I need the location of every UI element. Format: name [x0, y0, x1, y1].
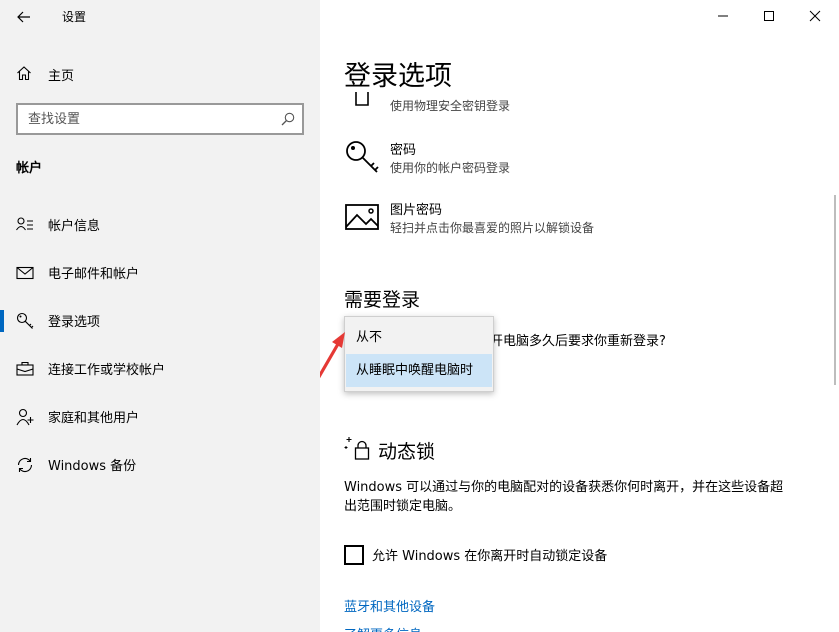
sidebar-section-title: 帐户: [16, 161, 43, 176]
bluetooth-devices-link[interactable]: 蓝牙和其他设备: [344, 596, 435, 615]
close-button[interactable]: [792, 0, 838, 32]
dynamic-lock-icon: [344, 437, 370, 460]
sidebar-item-label: Windows 备份: [48, 459, 137, 474]
sidebar-home-label: 主页: [48, 69, 75, 84]
require-signin-dropdown[interactable]: 从不 从睡眠中唤醒电脑时: [344, 316, 494, 392]
app-title: 设置: [62, 10, 87, 24]
dropdown-option-never[interactable]: 从不: [346, 321, 492, 354]
mail-icon: [16, 266, 34, 280]
scrollbar[interactable]: [834, 195, 836, 385]
back-button[interactable]: [8, 4, 40, 30]
sidebar-item-label: 家庭和其他用户: [48, 411, 140, 426]
option-password[interactable]: 密码 使用你的帐户密码登录: [344, 139, 814, 179]
dropdown-option-on-wake[interactable]: 从睡眠中唤醒电脑时: [346, 354, 492, 387]
sidebar: 设置 主页 帐户 帐户信息 电子邮件和帐户: [0, 0, 320, 632]
sidebar-item-label: 连接工作或学校帐户: [48, 363, 166, 378]
option-title: 密码: [390, 143, 417, 158]
back-arrow-icon: [17, 11, 30, 23]
search-input[interactable]: [28, 110, 268, 128]
search-icon[interactable]: [280, 111, 296, 127]
sidebar-item-label: 登录选项: [48, 315, 101, 330]
option-title: 图片密码: [390, 203, 443, 218]
picture-icon: [345, 204, 379, 230]
option-description: 使用你的帐户密码登录: [390, 161, 511, 175]
sidebar-item-label: 电子邮件和帐户: [48, 267, 140, 282]
dynamic-lock-heading: 动态锁: [378, 441, 436, 463]
key-icon: [16, 312, 34, 329]
option-security-key[interactable]: 使用物理安全密钥登录: [344, 92, 814, 116]
sidebar-item-windows-backup[interactable]: Windows 备份: [0, 446, 320, 482]
sidebar-item-work-school[interactable]: 连接工作或学校帐户: [0, 350, 320, 386]
sidebar-item-account-info[interactable]: 帐户信息: [0, 206, 320, 242]
option-description: 轻扫并点击你最喜爱的照片以解锁设备: [390, 221, 595, 235]
search-box[interactable]: [16, 103, 304, 135]
minimize-button[interactable]: [700, 0, 746, 32]
key-icon: [346, 141, 379, 173]
account-info-icon: [16, 217, 33, 231]
minimize-icon: [718, 15, 728, 17]
maximize-button[interactable]: [746, 0, 792, 32]
sidebar-item-label: 帐户信息: [48, 219, 101, 234]
require-signin-heading: 需要登录: [344, 289, 421, 311]
red-arrow-annotation: [320, 332, 345, 379]
sidebar-item-sign-in-options[interactable]: 登录选项: [0, 302, 320, 338]
sidebar-item-family[interactable]: 家庭和其他用户: [0, 398, 320, 434]
main-content: 登录选项 使用物理安全密钥登录 密码 使用你的帐户密码登录 图片密码 轻扫并点击…: [320, 0, 839, 632]
page-title: 登录选项: [344, 61, 452, 92]
dynamic-lock-description: Windows 可以通过与你的电脑配对的设备获悉你何时离开，并在这些设备超出范围…: [344, 480, 784, 514]
briefcase-icon: [16, 361, 34, 376]
option-picture-password[interactable]: 图片密码 轻扫并点击你最喜爱的照片以解锁设备: [344, 199, 814, 239]
maximize-icon: [764, 11, 774, 21]
dynamic-lock-checkbox[interactable]: [344, 545, 364, 565]
sync-icon: [17, 457, 33, 473]
require-signin-question: 开电脑多久后要求你重新登录?: [490, 334, 666, 349]
close-icon: [809, 10, 821, 22]
dynamic-lock-checkbox-label: 允许 Windows 在你离开时自动锁定设备: [372, 549, 608, 564]
usb-key-icon: [355, 92, 369, 106]
option-description: 使用物理安全密钥登录: [390, 99, 511, 113]
sidebar-item-email[interactable]: 电子邮件和帐户: [0, 254, 320, 290]
learn-more-link[interactable]: 了解更多信息: [344, 624, 422, 632]
home-icon: [17, 66, 31, 81]
sidebar-item-home[interactable]: 主页: [0, 58, 320, 88]
person-add-icon: [16, 408, 34, 426]
